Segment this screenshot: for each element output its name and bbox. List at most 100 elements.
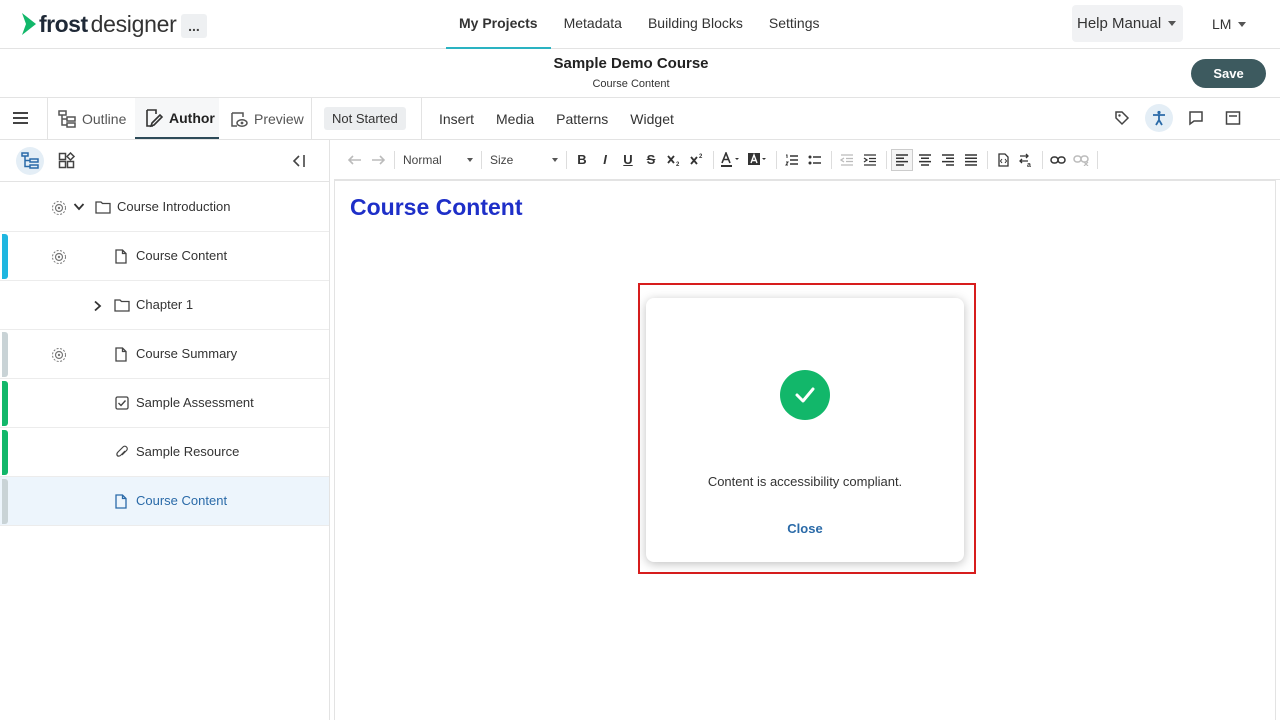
italic-button[interactable]: I (594, 149, 616, 171)
tree-row[interactable]: Course Introduction (0, 183, 329, 232)
accessibility-icon[interactable] (1145, 104, 1173, 132)
status-bar (2, 381, 8, 426)
blocks-view-icon[interactable] (53, 147, 81, 175)
menu-media[interactable]: Media (485, 111, 545, 127)
highlight-color-icon[interactable] (745, 149, 771, 171)
tree-row[interactable]: Chapter 1 (0, 281, 329, 330)
numbered-list-icon[interactable] (781, 149, 803, 171)
logo-text-bold: frost (39, 10, 88, 37)
tree-row[interactable]: Course Summary (0, 330, 329, 379)
top-nav: My Projects Metadata Building Blocks Set… (446, 0, 833, 49)
tab-author-label: Author (169, 109, 215, 126)
more-options-button[interactable]: ... (181, 14, 207, 38)
tree-row[interactable]: Course Content (0, 477, 329, 526)
text-direction-icon[interactable]: a (1015, 149, 1037, 171)
align-justify-icon[interactable] (960, 149, 982, 171)
check-circle-icon (780, 370, 830, 420)
comment-icon[interactable] (1182, 104, 1210, 132)
tree-row-label: Sample Resource (136, 444, 240, 459)
hamburger-menu-icon[interactable] (13, 111, 28, 125)
settings-gear-icon[interactable] (51, 249, 67, 265)
align-right-icon[interactable] (937, 149, 959, 171)
link-icon[interactable] (1047, 149, 1069, 171)
nav-settings[interactable]: Settings (756, 0, 833, 49)
divider (713, 150, 714, 169)
close-button[interactable]: Close (646, 521, 964, 536)
tree-row[interactable]: Sample Resource (0, 428, 329, 477)
redo-icon[interactable] (367, 149, 389, 171)
unlink-icon[interactable] (1070, 149, 1092, 171)
underline-button[interactable]: U (617, 149, 639, 171)
tag-icon[interactable] (1108, 104, 1136, 132)
strikethrough-button[interactable]: S (640, 149, 662, 171)
divider (831, 150, 832, 169)
tree-row-label: Course Summary (136, 346, 238, 361)
tree-row-label: Chapter 1 (136, 297, 194, 312)
logo-text-light: designer (90, 10, 177, 37)
divider (47, 98, 48, 139)
settings-gear-icon[interactable] (51, 200, 67, 216)
dialog-message: Content is accessibility compliant. (707, 474, 903, 489)
accessibility-result-dialog: Content is accessibility compliant. Clos… (646, 298, 964, 562)
tree-row-label: Course Content (136, 248, 228, 263)
folder-icon (95, 200, 111, 214)
user-menu[interactable]: LM (1212, 16, 1247, 32)
superscript-icon[interactable]: 2 (686, 149, 708, 171)
nav-building-blocks[interactable]: Building Blocks (635, 0, 756, 49)
menu-patterns[interactable]: Patterns (545, 111, 619, 127)
frost-designer-logo[interactable]: frost designer (22, 10, 177, 38)
tree-row-label: Course Content (136, 493, 228, 508)
save-button[interactable]: Save (1191, 59, 1266, 88)
tree-view-icon[interactable] (16, 147, 44, 175)
chevron-right-icon[interactable] (93, 300, 103, 312)
top-bar: frost designer ... My Projects Metadata … (0, 0, 1280, 49)
tab-author[interactable]: Author (135, 98, 219, 139)
indent-icon[interactable] (859, 149, 881, 171)
settings-gear-icon[interactable] (51, 347, 67, 363)
mode-toolbar: Outline Author Preview Not Started Inser… (0, 98, 1280, 140)
folder-icon (114, 298, 130, 312)
menu-widget[interactable]: Widget (619, 111, 685, 127)
undo-icon[interactable] (344, 149, 366, 171)
tree-row-label: Course Introduction (117, 199, 231, 214)
divider (311, 98, 312, 139)
chevron-down-icon (1168, 21, 1177, 26)
nav-my-projects[interactable]: My Projects (446, 0, 551, 49)
tab-outline[interactable]: Outline (57, 98, 126, 139)
bold-button[interactable]: B (571, 149, 593, 171)
tab-preview[interactable]: Preview (229, 98, 304, 139)
panel-icon[interactable] (1219, 104, 1247, 132)
menu-insert[interactable]: Insert (428, 111, 485, 127)
tree-row[interactable]: Course Content (0, 232, 329, 281)
rich-text-toolbar: Normal Size B I U S 2 2 a (334, 140, 1280, 180)
collapse-sidebar-icon[interactable] (285, 147, 313, 175)
divider (1042, 150, 1043, 169)
editor-heading[interactable]: Course Content (350, 194, 523, 221)
format-select-value: Normal (403, 152, 442, 167)
tree-row[interactable]: Sample Assessment (0, 379, 329, 428)
status-bar (2, 430, 8, 475)
chevron-down-icon (1238, 21, 1247, 27)
size-select[interactable]: Size (486, 149, 562, 171)
logo-arrow-icon (22, 13, 36, 35)
right-toolbar (1108, 104, 1256, 132)
align-center-icon[interactable] (914, 149, 936, 171)
source-code-icon[interactable] (992, 149, 1014, 171)
format-select[interactable]: Normal (399, 149, 477, 171)
status-bar (2, 234, 8, 279)
text-color-icon[interactable] (718, 149, 744, 171)
status-badge[interactable]: Not Started (324, 107, 406, 130)
page-icon (115, 494, 127, 509)
chevron-down-icon (552, 157, 558, 162)
bullet-list-icon[interactable] (804, 149, 826, 171)
subscript-icon[interactable]: 2 (663, 149, 685, 171)
user-initials: LM (1212, 16, 1232, 32)
align-left-icon[interactable] (891, 148, 913, 171)
chevron-down-icon[interactable] (73, 202, 85, 212)
chevron-down-icon (467, 157, 473, 162)
outdent-icon[interactable] (836, 149, 858, 171)
help-manual-dropdown[interactable]: Help Manual (1072, 5, 1183, 42)
nav-metadata[interactable]: Metadata (551, 0, 635, 49)
help-manual-label: Help Manual (1077, 15, 1162, 32)
svg-text:2: 2 (699, 154, 703, 160)
